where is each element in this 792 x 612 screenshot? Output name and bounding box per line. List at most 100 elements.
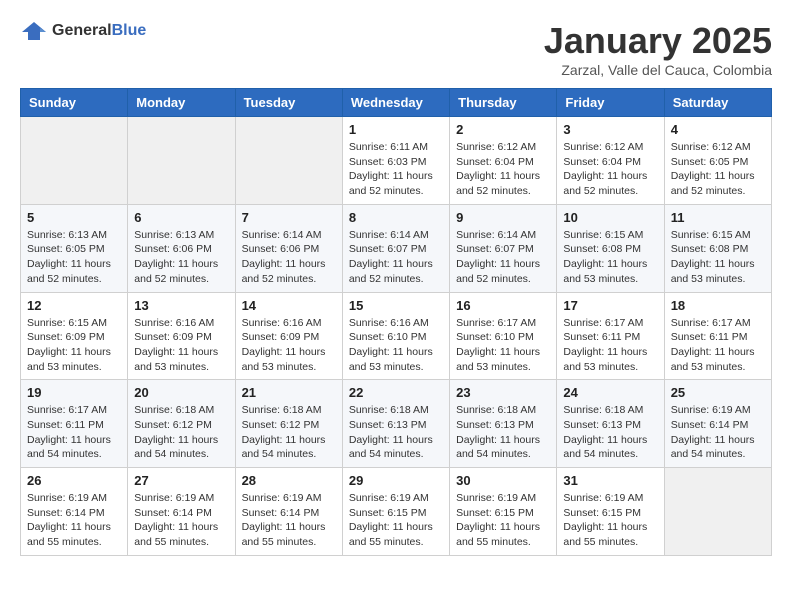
title-area: January 2025 Zarzal, Valle del Cauca, Co… [544, 20, 772, 78]
day-number: 6 [134, 210, 228, 225]
calendar-cell: 13Sunrise: 6:16 AM Sunset: 6:09 PM Dayli… [128, 292, 235, 380]
day-number: 9 [456, 210, 550, 225]
day-number: 20 [134, 385, 228, 400]
day-number: 21 [242, 385, 336, 400]
day-info: Sunrise: 6:15 AM Sunset: 6:08 PM Dayligh… [563, 228, 657, 287]
calendar-cell [664, 468, 771, 556]
day-info: Sunrise: 6:18 AM Sunset: 6:12 PM Dayligh… [134, 403, 228, 462]
day-number: 29 [349, 473, 443, 488]
day-number: 26 [27, 473, 121, 488]
day-info: Sunrise: 6:16 AM Sunset: 6:09 PM Dayligh… [242, 316, 336, 375]
calendar-cell: 4Sunrise: 6:12 AM Sunset: 6:05 PM Daylig… [664, 117, 771, 205]
day-info: Sunrise: 6:14 AM Sunset: 6:06 PM Dayligh… [242, 228, 336, 287]
day-number: 18 [671, 298, 765, 313]
weekday-header-friday: Friday [557, 89, 664, 117]
day-number: 17 [563, 298, 657, 313]
calendar-cell: 20 Sunrise: 6:18 AM Sunset: 6:12 PM Dayli… [128, 380, 235, 468]
day-info: Sunrise: 6:19 AM Sunset: 6:14 PM Dayligh… [242, 491, 336, 550]
logo: GeneralBlue [20, 20, 146, 42]
calendar-cell: 11Sunrise: 6:15 AM Sunset: 6:08 PM Dayli… [664, 204, 771, 292]
calendar-week-row: 12Sunrise: 6:15 AM Sunset: 6:09 PM Dayli… [21, 292, 772, 380]
logo-general: GeneralBlue [52, 22, 146, 40]
calendar-cell: 19 Sunrise: 6:17 AM Sunset: 6:11 PM Dayli… [21, 380, 128, 468]
weekday-header-thursday: Thursday [450, 89, 557, 117]
day-info: Sunrise: 6:18 AM Sunset: 6:13 PM Dayligh… [349, 403, 443, 462]
calendar-cell: 9 Sunrise: 6:14 AM Sunset: 6:07 PM Daylig… [450, 204, 557, 292]
day-number: 25 [671, 385, 765, 400]
day-info: Sunrise: 6:17 AM Sunset: 6:11 PM Dayligh… [671, 316, 765, 375]
calendar-table: SundayMondayTuesdayWednesdayThursdayFrid… [20, 88, 772, 556]
weekday-header-row: SundayMondayTuesdayWednesdayThursdayFrid… [21, 89, 772, 117]
day-info: Sunrise: 6:19 AM Sunset: 6:15 PM Dayligh… [349, 491, 443, 550]
day-info: Sunrise: 6:16 AM Sunset: 6:10 PM Dayligh… [349, 316, 443, 375]
calendar-cell [21, 117, 128, 205]
day-info: Sunrise: 6:19 AM Sunset: 6:14 PM Dayligh… [134, 491, 228, 550]
day-number: 5 [27, 210, 121, 225]
calendar-cell: 30 Sunrise: 6:19 AM Sunset: 6:15 PM Dayli… [450, 468, 557, 556]
day-info: Sunrise: 6:16 AM Sunset: 6:09 PM Dayligh… [134, 316, 228, 375]
calendar-cell: 26Sunrise: 6:19 AM Sunset: 6:14 PM Dayli… [21, 468, 128, 556]
day-info: Sunrise: 6:17 AM Sunset: 6:11 PM Dayligh… [563, 316, 657, 375]
weekday-header-tuesday: Tuesday [235, 89, 342, 117]
calendar-cell: 5 Sunrise: 6:13 AM Sunset: 6:05 PM Daylig… [21, 204, 128, 292]
day-info: Sunrise: 6:11 AM Sunset: 6:03 PM Dayligh… [349, 140, 443, 199]
calendar-cell: 1 Sunrise: 6:11 AM Sunset: 6:03 PM Daylig… [342, 117, 449, 205]
calendar-cell: 17 Sunrise: 6:17 AM Sunset: 6:11 PM Dayli… [557, 292, 664, 380]
calendar-cell: 28 Sunrise: 6:19 AM Sunset: 6:14 PM Dayli… [235, 468, 342, 556]
day-number: 3 [563, 122, 657, 137]
day-info: Sunrise: 6:14 AM Sunset: 6:07 PM Dayligh… [456, 228, 550, 287]
day-number: 10 [563, 210, 657, 225]
day-number: 22 [349, 385, 443, 400]
calendar-week-row: 5 Sunrise: 6:13 AM Sunset: 6:05 PM Daylig… [21, 204, 772, 292]
day-info: Sunrise: 6:15 AM Sunset: 6:08 PM Dayligh… [671, 228, 765, 287]
calendar-week-row: 19 Sunrise: 6:17 AM Sunset: 6:11 PM Dayli… [21, 380, 772, 468]
calendar-cell [128, 117, 235, 205]
calendar-cell: 16 Sunrise: 6:17 AM Sunset: 6:10 PM Dayli… [450, 292, 557, 380]
day-info: Sunrise: 6:19 AM Sunset: 6:14 PM Dayligh… [671, 403, 765, 462]
location-subtitle: Zarzal, Valle del Cauca, Colombia [544, 62, 772, 78]
day-number: 12 [27, 298, 121, 313]
day-number: 31 [563, 473, 657, 488]
day-info: Sunrise: 6:17 AM Sunset: 6:10 PM Dayligh… [456, 316, 550, 375]
calendar-cell: 18 Sunrise: 6:17 AM Sunset: 6:11 PM Dayli… [664, 292, 771, 380]
calendar-cell: 22 Sunrise: 6:18 AM Sunset: 6:13 PM Dayli… [342, 380, 449, 468]
day-number: 24 [563, 385, 657, 400]
calendar-cell: 21 Sunrise: 6:18 AM Sunset: 6:12 PM Dayli… [235, 380, 342, 468]
day-number: 8 [349, 210, 443, 225]
day-info: Sunrise: 6:13 AM Sunset: 6:05 PM Dayligh… [27, 228, 121, 287]
day-number: 19 [27, 385, 121, 400]
day-number: 4 [671, 122, 765, 137]
calendar-cell: 29 Sunrise: 6:19 AM Sunset: 6:15 PM Dayli… [342, 468, 449, 556]
day-info: Sunrise: 6:19 AM Sunset: 6:15 PM Dayligh… [456, 491, 550, 550]
day-number: 16 [456, 298, 550, 313]
day-info: Sunrise: 6:12 AM Sunset: 6:04 PM Dayligh… [563, 140, 657, 199]
day-info: Sunrise: 6:18 AM Sunset: 6:13 PM Dayligh… [456, 403, 550, 462]
day-number: 1 [349, 122, 443, 137]
calendar-cell: 15Sunrise: 6:16 AM Sunset: 6:10 PM Dayli… [342, 292, 449, 380]
calendar-week-row: 26 Sunrise: 6:19 AM Sunset: 6:14 PM Dayli… [21, 468, 772, 556]
weekday-header-sunday: Sunday [21, 89, 128, 117]
calendar-cell: 14 Sunrise: 6:16 AM Sunset: 6:09 PM Dayli… [235, 292, 342, 380]
calendar-cell [235, 117, 342, 205]
day-number: 27 [134, 473, 228, 488]
calendar-cell: 25 Sunrise: 6:19 AM Sunset: 6:14 PM Dayli… [664, 380, 771, 468]
day-info: Sunrise: 6:19 AM Sunset: 6:15 PM Dayligh… [563, 491, 657, 550]
day-number: 14 [242, 298, 336, 313]
calendar-cell: 7 Sunrise: 6:14 AM Sunset: 6:06 PM Daylig… [235, 204, 342, 292]
day-number: 7 [242, 210, 336, 225]
calendar-cell: 6Sunrise: 6:13 AM Sunset: 6:06 PM Daylig… [128, 204, 235, 292]
calendar-cell: 24 Sunrise: 6:18 AM Sunset: 6:13 PM Dayli… [557, 380, 664, 468]
page-header: GeneralBlue January 2025 Zarzal, Valle d… [20, 20, 772, 78]
day-info: Sunrise: 6:14 AM Sunset: 6:07 PM Dayligh… [349, 228, 443, 287]
day-number: 28 [242, 473, 336, 488]
weekday-header-wednesday: Wednesday [342, 89, 449, 117]
day-info: Sunrise: 6:17 AM Sunset: 6:11 PM Dayligh… [27, 403, 121, 462]
day-info: Sunrise: 6:12 AM Sunset: 6:04 PM Dayligh… [456, 140, 550, 199]
day-number: 30 [456, 473, 550, 488]
day-number: 23 [456, 385, 550, 400]
day-number: 2 [456, 122, 550, 137]
day-info: Sunrise: 6:18 AM Sunset: 6:12 PM Dayligh… [242, 403, 336, 462]
day-info: Sunrise: 6:18 AM Sunset: 6:13 PM Dayligh… [563, 403, 657, 462]
calendar-cell: 8 Sunrise: 6:14 AM Sunset: 6:07 PM Daylig… [342, 204, 449, 292]
calendar-cell: 12Sunrise: 6:15 AM Sunset: 6:09 PM Dayli… [21, 292, 128, 380]
